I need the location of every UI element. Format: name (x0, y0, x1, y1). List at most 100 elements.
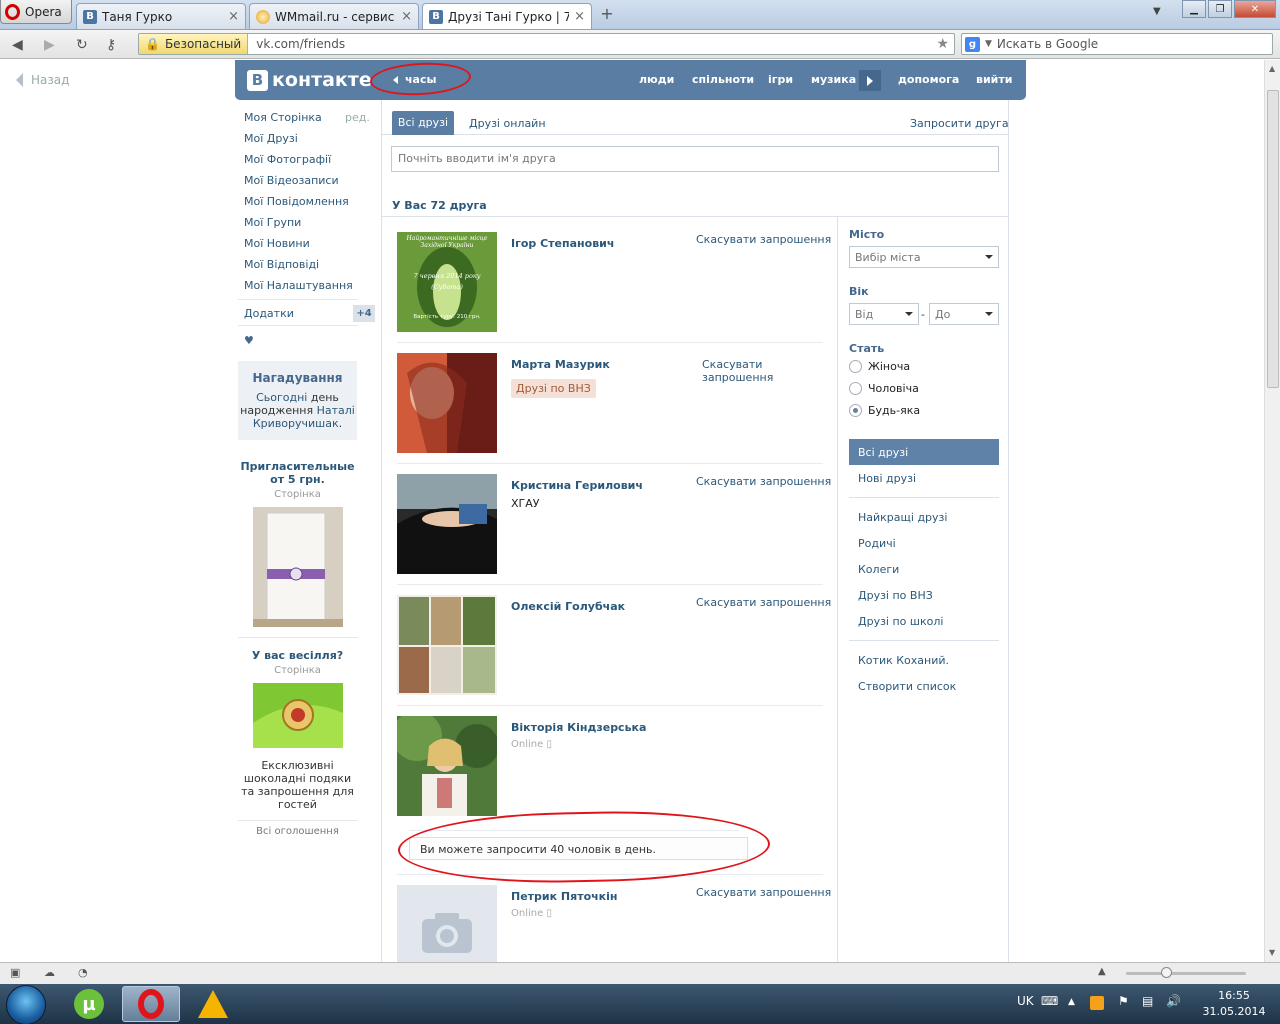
friend-avatar[interactable] (397, 716, 497, 816)
ad-image-chocolate[interactable] (252, 683, 343, 748)
list-relatives[interactable]: Родичі (858, 537, 896, 550)
ad-description[interactable]: Ексклюзивні шоколадні подяки та запрошен… (238, 759, 357, 811)
tab-friends-online[interactable]: Друзі онлайн (469, 117, 546, 130)
reminder-name-link[interactable]: Наталі (317, 404, 355, 417)
radio-circle[interactable] (849, 360, 862, 373)
keyboard-icon[interactable]: ⌨ (1041, 994, 1058, 1008)
key-icon[interactable]: ⚷ (106, 37, 116, 53)
sex-radio-any[interactable]: Будь-яка (849, 404, 920, 417)
cloud-icon[interactable]: ☁ (44, 966, 55, 979)
speed-dial-icon[interactable]: ◔ (78, 966, 88, 979)
friend-name[interactable]: Кристина Герилович (511, 479, 643, 492)
reminder-today-link[interactable]: Сьогодні (256, 391, 307, 404)
nav-logout[interactable]: вийти (976, 73, 1012, 86)
browser-tab-1[interactable]: B Таня Гурко × (76, 3, 246, 29)
age-from-select[interactable]: Від (849, 303, 919, 325)
menu-addons[interactable]: Додатки (244, 307, 294, 320)
friend-list-tag[interactable]: Друзі по ВНЗ (511, 379, 596, 398)
page-scrollbar[interactable]: ▲ ▼ (1264, 60, 1280, 962)
nav-music[interactable]: музика (811, 73, 856, 86)
view-icon[interactable]: ▲ (1098, 966, 1106, 977)
menu-my-settings[interactable]: Мої Налаштування (244, 279, 353, 292)
radio-circle[interactable] (849, 382, 862, 395)
zoom-slider-track[interactable] (1126, 972, 1246, 975)
addons-count-badge[interactable]: +4 (353, 305, 375, 322)
scrollbar-thumb[interactable] (1267, 90, 1279, 388)
tab-all-friends[interactable]: Всі друзі (392, 111, 454, 135)
list-colleagues[interactable]: Колеги (858, 563, 899, 576)
ad-block-wedding[interactable]: У вас весілля? Сторінка Ексклюзивні шоко… (238, 649, 357, 811)
restore-icon[interactable]: ❐ (1208, 0, 1232, 18)
language-indicator[interactable]: UK (1017, 994, 1034, 1008)
tab-menu-chevron-icon[interactable]: ▼ (1153, 6, 1161, 17)
age-to-select[interactable]: До (929, 303, 999, 325)
friend-search-input[interactable]: Почніть вводити ім'я друга (391, 146, 999, 172)
sex-radio-female[interactable]: Жіноча (849, 360, 910, 373)
search-engine-box[interactable]: g ▼ Искать в Google (961, 33, 1273, 55)
tray-expand-icon[interactable]: ▲ (1068, 997, 1075, 1007)
taskbar-aimp[interactable] (184, 986, 242, 1022)
cancel-invite-link[interactable]: Скасувати запрошення (696, 233, 831, 246)
menu-my-friends[interactable]: Мої Друзі (244, 132, 298, 145)
heart-icon[interactable]: ♥ (244, 334, 254, 347)
friend-name[interactable]: Ігор Степанович (511, 237, 614, 250)
scroll-up-icon[interactable]: ▲ (1269, 64, 1275, 73)
friend-avatar[interactable] (397, 474, 497, 574)
list-custom[interactable]: Котик Коханий. (858, 654, 949, 667)
action-center-flag-icon[interactable]: ⚑ (1118, 994, 1129, 1008)
menu-my-groups[interactable]: Мої Групи (244, 216, 301, 229)
menu-my-news[interactable]: Мої Новини (244, 237, 310, 250)
list-university-friends[interactable]: Друзі по ВНЗ (858, 589, 933, 602)
menu-edit-link[interactable]: ред. (345, 111, 370, 124)
url-box[interactable]: 🔒 Безопасный vk.com/friends ★ (138, 33, 955, 55)
list-new-friends[interactable]: Нові друзі (858, 472, 916, 485)
nav-communities[interactable]: спільноти (692, 73, 754, 86)
sex-radio-male[interactable]: Чоловіча (849, 382, 919, 395)
forward-arrow-icon[interactable]: ▶ (44, 37, 55, 53)
radio-circle-selected[interactable] (849, 404, 862, 417)
panel-toggle-icon[interactable]: ▣ (10, 966, 20, 979)
friend-avatar[interactable]: Найромантичніше місце Західної України 7… (397, 232, 497, 332)
start-button[interactable] (6, 985, 46, 1024)
friend-name[interactable]: Вікторія Кіндзерська (511, 721, 646, 734)
menu-my-videos[interactable]: Мої Відеозаписи (244, 174, 339, 187)
list-school-friends[interactable]: Друзі по школі (858, 615, 943, 628)
ad-title[interactable]: У вас весілля? (238, 649, 357, 662)
cancel-invite-link[interactable]: Скасувати запрошення (696, 886, 831, 899)
friend-name[interactable]: Марта Мазурик (511, 358, 610, 371)
friend-name[interactable]: Олексій Голубчак (511, 600, 625, 613)
network-icon[interactable]: ▤ (1142, 994, 1153, 1008)
system-clock[interactable]: 16:55 31.05.2014 (1196, 988, 1272, 1020)
tab-close-icon[interactable]: × (574, 9, 585, 24)
music-play-icon[interactable] (859, 70, 881, 91)
city-select[interactable]: Вибір міста (849, 246, 999, 268)
taskbar-utorrent[interactable]: µ (60, 986, 118, 1022)
tray-media-icon[interactable] (1090, 996, 1104, 1010)
google-icon[interactable]: g (965, 36, 980, 52)
minimize-icon[interactable]: ▁ (1182, 0, 1206, 18)
volume-icon[interactable]: 🔊 (1166, 994, 1181, 1008)
friend-avatar[interactable] (397, 595, 497, 695)
menu-my-page[interactable]: Моя Сторінка (244, 111, 322, 124)
nav-help[interactable]: допомога (898, 73, 959, 86)
cancel-invite-link[interactable]: Скасувати запрошення (702, 358, 782, 384)
friend-name[interactable]: Петрик Пяточкін (511, 890, 618, 903)
scroll-down-icon[interactable]: ▼ (1269, 948, 1275, 957)
ad-block-invitations[interactable]: Пригласительные от 5 грн. Сторінка (238, 460, 357, 630)
browser-tab-2[interactable]: WMmail.ru - сервис п... × (249, 3, 419, 29)
menu-my-answers[interactable]: Мої Відповіді (244, 258, 319, 271)
cancel-invite-link[interactable]: Скасувати запрошення (696, 475, 831, 488)
list-best-friends[interactable]: Найкращі друзі (858, 511, 947, 524)
bookmark-star-icon[interactable]: ★ (936, 36, 954, 52)
security-badge[interactable]: 🔒 Безопасный (139, 34, 249, 54)
tab-close-icon[interactable]: × (228, 9, 239, 24)
browser-tab-3-active[interactable]: B Друзі Тані Гурко | 72 д... × (422, 3, 592, 29)
list-all-friends-active[interactable]: Всі друзі (849, 439, 999, 465)
friend-avatar[interactable] (397, 353, 497, 453)
invite-friend-link[interactable]: Запросити друга (910, 117, 1009, 130)
vk-logo[interactable]: В контакте (247, 69, 372, 91)
reload-icon[interactable]: ↻ (76, 37, 88, 53)
all-ads-link[interactable]: Всі оголошення (238, 826, 357, 837)
cancel-invite-link[interactable]: Скасувати запрошення (696, 596, 831, 609)
opera-menu-button[interactable]: Opera (0, 0, 72, 24)
